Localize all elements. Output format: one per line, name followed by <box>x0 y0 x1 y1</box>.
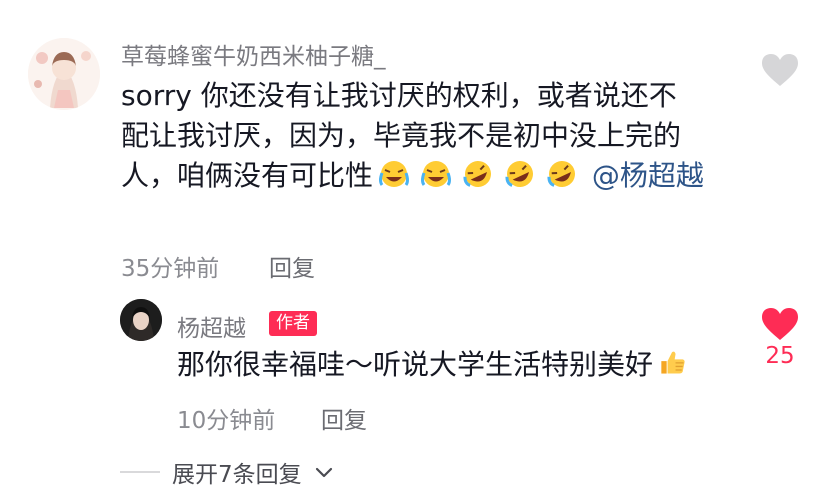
reply-timestamp: 10分钟前 <box>177 408 276 434</box>
comment-line-3: 人，咱俩没有可比性 @杨超越 <box>121 156 741 196</box>
reply-to-reply-button[interactable]: 回复 <box>321 401 367 435</box>
rolling-laughing-emoji-icon <box>463 161 492 187</box>
comment-body: sorry 你还没有让我讨厌的权利，或者说还不 配让我讨厌，因为，毕竟我不是初中… <box>121 76 741 196</box>
heart-filled-icon <box>762 308 798 340</box>
commenter-username[interactable]: 草莓蜂蜜牛奶西米柚子糖_ <box>121 37 386 71</box>
crying-laughing-emoji-icon <box>421 161 452 187</box>
author-username[interactable]: 杨超越 <box>177 309 246 343</box>
thumbs-up-emoji-icon <box>661 351 685 374</box>
reply-text: 那你很幸福哇～听说大学生活特别美好 <box>177 348 654 381</box>
comment-line-2: 配让我讨厌，因为，毕竟我不是初中没上完的 <box>121 119 682 152</box>
reply-body: 那你很幸福哇～听说大学生活特别美好 <box>177 345 737 385</box>
rolling-laughing-emoji-icon <box>505 161 534 187</box>
comment-line-3-text: 人，咱俩没有可比性 <box>121 159 374 192</box>
expand-replies-label[interactable]: 展开7条回复 <box>172 455 302 489</box>
chevron-down-icon[interactable] <box>314 462 334 482</box>
like-button[interactable] <box>758 52 802 92</box>
rolling-laughing-emoji-icon <box>547 161 576 187</box>
comment-timestamp: 35分钟前 <box>121 256 220 282</box>
author-badge: 作者 <box>269 311 317 336</box>
reply-like-button[interactable] <box>758 306 802 346</box>
avatar-author[interactable] <box>120 299 162 341</box>
comment-line-1: sorry 你还没有让我讨厌的权利，或者说还不 <box>121 79 677 112</box>
expand-replies[interactable]: 展开7条回复 <box>120 455 334 489</box>
reply-button[interactable]: 回复 <box>269 249 315 283</box>
divider-line <box>120 471 160 473</box>
heart-outline-icon <box>762 54 798 86</box>
like-count: 25 <box>765 343 795 369</box>
crying-laughing-emoji-icon <box>379 161 410 187</box>
avatar-commenter[interactable] <box>28 38 100 110</box>
mention-link[interactable]: @杨超越 <box>592 159 704 192</box>
